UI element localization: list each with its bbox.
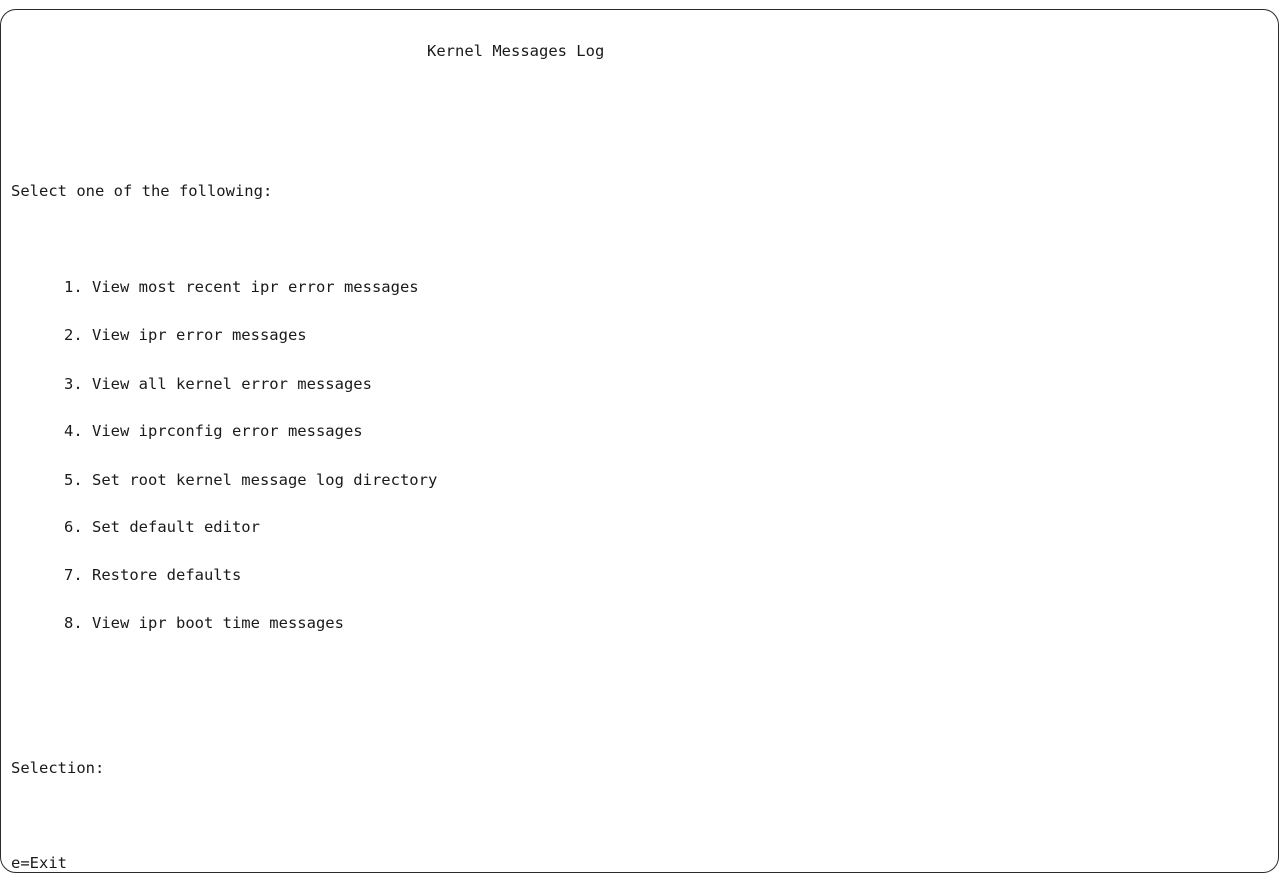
selection-input[interactable] — [122, 758, 132, 778]
menu-option-7[interactable]: 7. Restore defaults — [64, 565, 241, 585]
screen-title: Kernel Messages Log — [427, 42, 605, 60]
exit-function-key[interactable]: e=Exit — [11, 853, 67, 873]
menu-option-1[interactable]: 1. View most recent ipr error messages — [64, 277, 419, 297]
menu-option-8[interactable]: 8. View ipr boot time messages — [64, 613, 344, 633]
selection-label: Selection: — [11, 759, 105, 777]
menu-option-4[interactable]: 4. View iprconfig error messages — [64, 421, 363, 441]
menu-option-6[interactable]: 6. Set default editor — [64, 517, 260, 537]
menu-option-5[interactable]: 5. Set root kernel message log directory — [64, 470, 437, 490]
terminal-window: Kernel Messages Log Select one of the fo… — [0, 9, 1279, 873]
selection-prompt: Select one of the following: — [11, 182, 273, 200]
menu-option-2[interactable]: 2. View ipr error messages — [64, 325, 307, 345]
menu-option-3[interactable]: 3. View all kernel error messages — [64, 374, 372, 394]
